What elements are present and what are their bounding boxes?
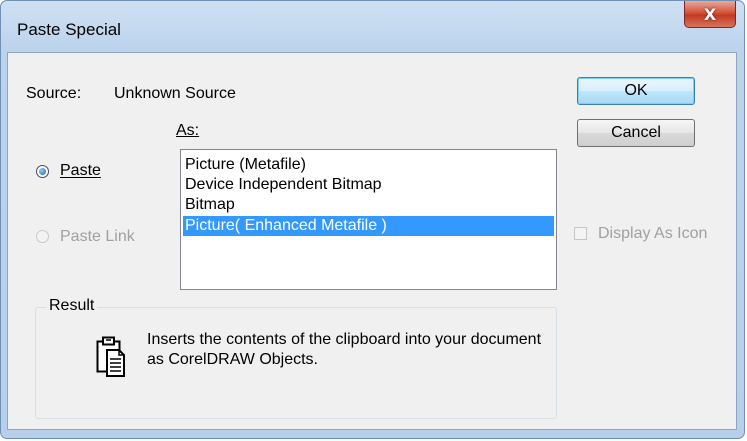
source-label: Source: [26,85,82,102]
paste-link-radio-label: Paste Link [60,228,135,245]
list-item-selected[interactable]: Picture( Enhanced Metafile ) [183,216,554,236]
list-item[interactable]: Bitmap [185,195,235,215]
close-button[interactable]: X [684,1,736,28]
source-value: Unknown Source [114,85,236,102]
clipboard-paste-icon [96,336,125,377]
paste-radio-label[interactable]: Paste [60,162,101,180]
close-icon: X [703,4,717,24]
result-description: Inserts the contents of the clipboard in… [147,331,542,368]
paste-link-radio [36,230,49,243]
dialog-title: Paste Special [17,20,121,39]
as-label: As: [176,122,199,140]
as-label-text: As: [176,122,200,139]
list-item[interactable]: Picture (Metafile) [185,155,306,175]
result-label: Result [46,297,98,315]
ok-button[interactable]: OK [577,77,695,105]
format-listbox[interactable]: Picture (Metafile) Device Independent Bi… [180,149,557,290]
cancel-button[interactable]: Cancel [577,119,695,147]
list-item[interactable]: Device Independent Bitmap [185,175,382,195]
paste-radio[interactable] [36,165,49,178]
display-as-icon-label: Display As Icon [598,225,708,242]
display-as-icon-checkbox [574,227,587,240]
